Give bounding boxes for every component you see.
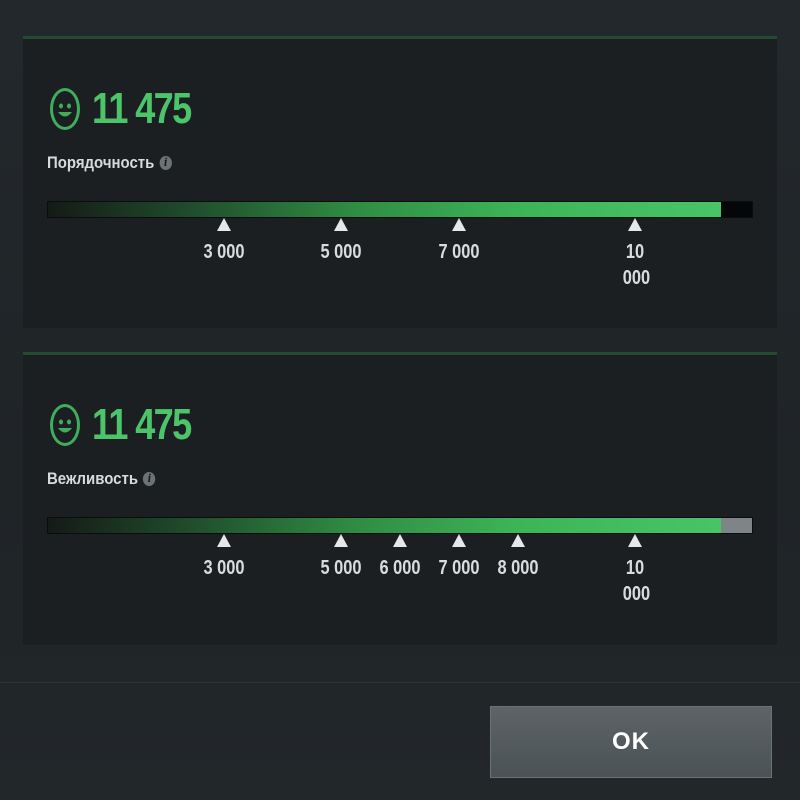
conduct-bar-fill (48, 202, 722, 217)
conduct-panel: 11 475 Порядочность i 3 000 5 000 7 000 10 … (23, 36, 777, 328)
tick-marker (334, 534, 349, 547)
tick-label: 6 000 (379, 557, 421, 579)
tick-label: 7 000 (438, 557, 480, 579)
conduct-progress-bar (47, 201, 753, 218)
tick-marker (510, 534, 525, 547)
tick-marker (334, 218, 349, 231)
tick-label: 7 000 (438, 241, 480, 263)
tick-label: 8 000 (497, 557, 539, 579)
conduct-bar-remainder (721, 202, 752, 217)
smiley-face-icon (50, 404, 80, 446)
civility-panel: 11 475 Вежливость i 3 000 5 000 6 000 7 000… (23, 352, 777, 645)
tick-label: 10 000 (623, 557, 651, 605)
ok-button[interactable]: OK (490, 706, 772, 778)
conduct-label-row: Порядочность i (47, 153, 172, 173)
tick-marker (216, 218, 231, 231)
footer-divider (0, 682, 800, 683)
info-icon[interactable]: i (159, 156, 172, 170)
conduct-score: 11 475 (92, 84, 192, 133)
tick-marker (628, 218, 643, 231)
dialog: 11 475 Порядочность i 3 000 5 000 7 000 10 … (0, 0, 800, 800)
conduct-score-row: 11 475 (50, 87, 212, 131)
tick-marker (393, 534, 407, 547)
civility-label: Вежливость (47, 469, 139, 488)
civility-score: 11 475 (92, 400, 192, 449)
civility-bar-fill (48, 518, 722, 533)
tick-label: 3 000 (202, 557, 245, 579)
tick-label: 5 000 (320, 557, 362, 579)
civility-score-row: 11 475 (50, 403, 212, 447)
tick-marker (451, 534, 466, 547)
info-icon[interactable]: i (143, 472, 156, 486)
conduct-label: Порядочность (47, 153, 155, 172)
civility-label-row: Вежливость i (47, 469, 156, 489)
smiley-face-icon (50, 88, 80, 130)
tick-label: 3 000 (202, 241, 245, 263)
tick-marker (628, 534, 643, 547)
tick-marker (451, 218, 466, 231)
tick-marker (216, 534, 231, 547)
tick-label: 5 000 (320, 241, 362, 263)
civility-progress-bar (47, 517, 753, 534)
tick-label: 10 000 (623, 241, 651, 289)
civility-bar-remainder (721, 518, 752, 533)
